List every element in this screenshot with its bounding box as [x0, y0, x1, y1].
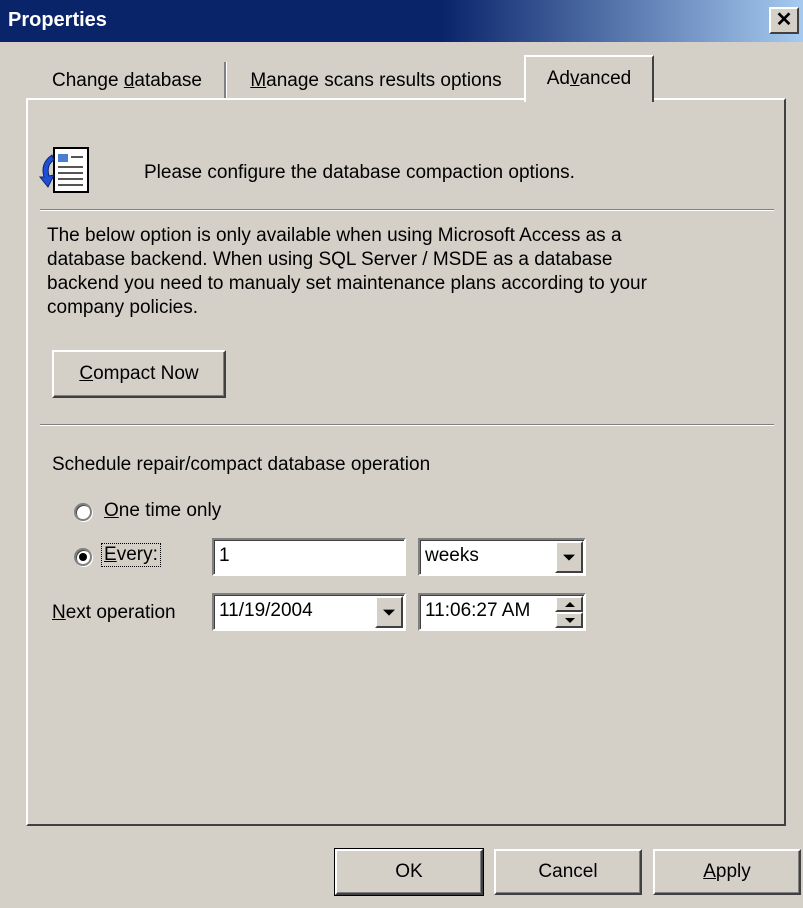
time-spin-up-button[interactable] — [555, 596, 583, 612]
tab-accelerator: M — [250, 70, 267, 91]
tab-change-database[interactable]: Change database — [34, 60, 220, 100]
tab-accelerator: d — [123, 70, 135, 91]
chevron-down-icon — [563, 554, 575, 561]
divider-top — [40, 209, 774, 211]
radio-accelerator: O — [104, 500, 119, 521]
time-spin-down-button[interactable] — [555, 612, 583, 628]
info-text: The below option is only available when … — [47, 224, 647, 320]
tab-label-part: anage scans results options — [266, 70, 502, 91]
tab-label-part: Change — [51, 70, 124, 91]
info-line: company policies. — [47, 297, 199, 318]
interval-value-input[interactable]: 1 — [212, 538, 406, 576]
label-text: ext operation — [65, 602, 176, 623]
interval-unit-dropdown-button[interactable] — [555, 541, 583, 573]
ok-button[interactable]: OK — [335, 849, 483, 895]
database-document-icon — [38, 147, 89, 193]
radio-selected-dot — [79, 553, 87, 561]
tab-manage-scans[interactable]: Manage scans results options — [232, 60, 520, 100]
date-dropdown-button[interactable] — [375, 596, 403, 628]
button-accelerator: C — [79, 363, 94, 384]
tab-label-part: Ad — [546, 68, 570, 89]
header-text: Please configure the database compaction… — [144, 162, 575, 183]
tab-separator — [224, 62, 227, 100]
button-label: ompact Now — [93, 363, 199, 384]
next-time-picker[interactable]: 11:06:27 AM — [418, 593, 586, 631]
spin-up-icon — [565, 602, 575, 607]
info-line: backend you need to manualy set maintena… — [47, 273, 647, 294]
title-bar: Properties ✕ — [0, 0, 803, 42]
radio-one-time-label[interactable]: One time only — [104, 500, 221, 522]
label-accelerator: N — [52, 602, 66, 623]
interval-unit-select[interactable]: weeks — [418, 538, 586, 576]
tab-label-part: anced — [579, 68, 632, 89]
cancel-button[interactable]: Cancel — [494, 849, 642, 895]
radio-accelerator: E — [104, 544, 117, 565]
radio-every[interactable] — [74, 548, 92, 566]
chevron-down-icon — [383, 609, 395, 616]
info-line: The below option is only available when … — [47, 225, 622, 246]
next-date-picker[interactable]: 11/19/2004 — [212, 593, 406, 631]
window-title: Properties — [8, 9, 107, 31]
apply-label: pply — [715, 861, 751, 882]
apply-button[interactable]: Apply — [653, 849, 801, 895]
compact-now-button[interactable]: Compact Now — [52, 350, 226, 398]
close-icon: ✕ — [775, 9, 793, 31]
schedule-label: Schedule repair/compact database operati… — [52, 454, 431, 475]
interval-unit-value: weeks — [425, 545, 479, 566]
radio-label: ne time only — [118, 500, 222, 521]
radio-one-time[interactable] — [74, 503, 92, 521]
next-operation-label: Next operation — [52, 602, 176, 624]
tab-label-part: atabase — [134, 70, 203, 91]
ok-label: OK — [395, 861, 423, 882]
next-time-value: 11:06:27 AM — [425, 600, 531, 621]
divider-bottom — [40, 424, 774, 426]
close-button[interactable]: ✕ — [769, 7, 799, 34]
info-line: database backend. When using SQL Server … — [47, 249, 613, 270]
next-date-value: 11/19/2004 — [219, 600, 313, 621]
button-accelerator: A — [703, 861, 716, 882]
tab-advanced[interactable]: Advanced — [524, 55, 654, 102]
radio-label: very: — [116, 544, 158, 565]
spin-down-icon — [565, 618, 575, 623]
radio-every-label[interactable]: Every: — [101, 543, 161, 567]
cancel-label: Cancel — [538, 861, 598, 882]
